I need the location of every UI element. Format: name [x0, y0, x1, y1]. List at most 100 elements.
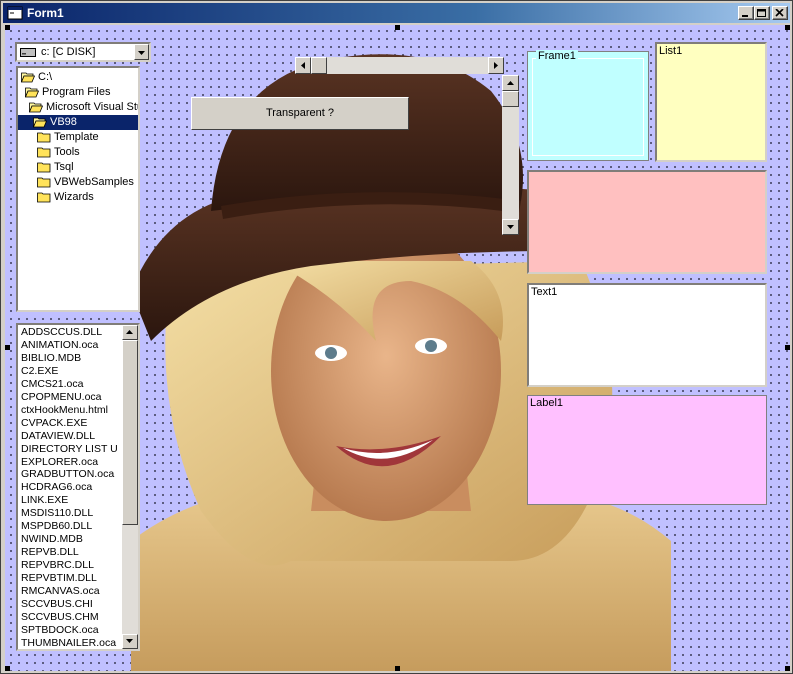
file-item[interactable]: C2.EXE	[21, 365, 58, 378]
file-list-box[interactable]: ADDSCCUS.DLL ANIMATION.oca BIBLIO.MDB C2.EX…	[16, 323, 140, 651]
minimize-icon	[742, 15, 748, 17]
arrow-up-icon	[507, 81, 514, 85]
dir-item-label: Wizards	[54, 191, 94, 203]
scroll-up-button[interactable]	[502, 75, 519, 91]
resize-handle[interactable]	[785, 25, 790, 30]
drive-dropdown-button[interactable]	[134, 44, 149, 60]
drive-value: c: [C DISK]	[41, 46, 96, 58]
scroll-down-button[interactable]	[502, 219, 519, 235]
close-icon	[775, 9, 784, 17]
dir-item[interactable]: Wizards	[18, 190, 138, 205]
resize-handle[interactable]	[785, 345, 790, 350]
label1-text: Label1	[530, 397, 564, 409]
scroll-up-button[interactable]	[122, 325, 138, 340]
folder-icon	[37, 192, 51, 203]
file-item[interactable]: CPOPMENU.oca	[21, 391, 102, 404]
file-list-scrollbar[interactable]	[122, 325, 138, 649]
file-item[interactable]: ANIMATION.oca	[21, 339, 98, 352]
file-item[interactable]: HCDRAG6.oca	[21, 481, 92, 494]
transparent-button[interactable]: Transparent ?	[191, 97, 409, 130]
file-item[interactable]: ADDSCCUS.DLL	[21, 326, 102, 339]
drive-list-box[interactable]: c: [C DISK]	[15, 42, 151, 62]
file-item[interactable]: REPVBTIM.DLL	[21, 572, 97, 585]
form-icon	[7, 6, 23, 20]
file-item[interactable]: SPTBDOCK.oca	[21, 624, 99, 637]
directory-list-box[interactable]: C:\ Program Files Microsoft Visual Stu VB98…	[16, 66, 140, 312]
file-item[interactable]: MSPDB60.DLL	[21, 520, 92, 533]
frame1-container[interactable]: Frame1	[527, 50, 649, 161]
dir-item[interactable]: Tools	[18, 145, 138, 160]
title-bar[interactable]: Form1	[3, 3, 790, 23]
dir-item[interactable]: VB98	[18, 115, 138, 130]
dir-item-label: Program Files	[42, 86, 111, 98]
arrow-left-icon	[301, 62, 305, 69]
form-client-area[interactable]: c: [C DISK] C:\ Program Files Microsoft Vi…	[5, 25, 790, 671]
dir-item-label: C:\	[38, 71, 53, 83]
horizontal-scrollbar[interactable]	[295, 57, 504, 74]
list1-item: List1	[659, 45, 683, 57]
file-item[interactable]: REPVB.DLL	[21, 546, 79, 559]
file-item[interactable]: LINK.EXE	[21, 494, 68, 507]
close-button[interactable]	[772, 6, 788, 20]
text1-input[interactable]: Text1	[527, 283, 767, 387]
open-folder-icon	[21, 72, 35, 83]
vertical-scrollbar[interactable]	[502, 75, 519, 235]
folder-icon	[37, 162, 51, 173]
scroll-right-button[interactable]	[488, 57, 504, 74]
file-item[interactable]: DIRECTORY LIST U	[21, 443, 118, 456]
resize-handle[interactable]	[5, 25, 10, 30]
file-item[interactable]: BIBLIO.MDB	[21, 352, 81, 365]
hard-drive-icon	[20, 48, 36, 57]
dir-item-label: Tsql	[54, 161, 74, 173]
scroll-down-button[interactable]	[122, 634, 138, 649]
file-item[interactable]: DATAVIEW.DLL	[21, 430, 95, 443]
dir-item-label: Tools	[54, 146, 80, 158]
file-item[interactable]: GRADBUTTON.oca	[21, 468, 114, 481]
arrow-down-icon	[507, 225, 514, 229]
minimize-button[interactable]	[738, 6, 754, 20]
dir-item[interactable]: VBWebSamples	[18, 175, 138, 190]
file-item[interactable]: SCCVBUS.CHM	[21, 611, 99, 624]
folder-icon	[37, 147, 51, 158]
file-item[interactable]: CMCS21.oca	[21, 378, 83, 391]
file-item[interactable]: RMCANVAS.oca	[21, 585, 100, 598]
open-folder-icon	[25, 87, 39, 98]
file-item[interactable]: CVPACK.EXE	[21, 417, 87, 430]
maximize-icon	[757, 9, 766, 17]
list1-box[interactable]: List1	[655, 42, 767, 162]
open-folder-icon	[33, 117, 47, 128]
file-item[interactable]: MSDIS110.DLL	[21, 507, 93, 520]
file-item[interactable]: ctxHookMenu.html	[21, 404, 108, 417]
open-folder-icon	[29, 102, 43, 113]
file-item[interactable]: NWIND.MDB	[21, 533, 83, 546]
resize-handle[interactable]	[5, 345, 10, 350]
dir-item[interactable]: Program Files	[18, 85, 138, 100]
picture-box[interactable]	[527, 170, 767, 274]
label1: Label1	[527, 395, 767, 505]
scroll-thumb[interactable]	[311, 57, 327, 74]
scroll-left-button[interactable]	[295, 57, 311, 74]
dir-item[interactable]: Template	[18, 130, 138, 145]
file-item[interactable]: SCCVBUS.CHI	[21, 598, 93, 611]
window-title: Form1	[27, 6, 64, 20]
scroll-thumb[interactable]	[502, 91, 519, 107]
file-item[interactable]: REPVBRC.DLL	[21, 559, 94, 572]
resize-handle[interactable]	[395, 25, 400, 30]
file-item[interactable]: THUMBNAILER.oca	[21, 637, 116, 649]
dir-item[interactable]: C:\	[18, 70, 138, 85]
file-item[interactable]: EXPLORER.oca	[21, 456, 98, 469]
dir-item-label: VB98	[50, 116, 77, 128]
dir-item-label: VBWebSamples	[54, 176, 134, 188]
arrow-right-icon	[494, 62, 498, 69]
maximize-button[interactable]	[754, 6, 770, 20]
folder-icon	[37, 132, 51, 143]
dir-item[interactable]: Microsoft Visual Stu	[18, 100, 138, 115]
resize-handle[interactable]	[395, 666, 400, 671]
resize-handle[interactable]	[785, 666, 790, 671]
form-window: Form1 c: [C DISK] C:\ Program Files Micr…	[0, 0, 793, 674]
frame1-caption: Frame1	[536, 50, 578, 62]
resize-handle[interactable]	[5, 666, 10, 671]
dir-item[interactable]: Tsql	[18, 160, 138, 175]
scroll-thumb[interactable]	[122, 340, 138, 525]
folder-icon	[37, 177, 51, 188]
